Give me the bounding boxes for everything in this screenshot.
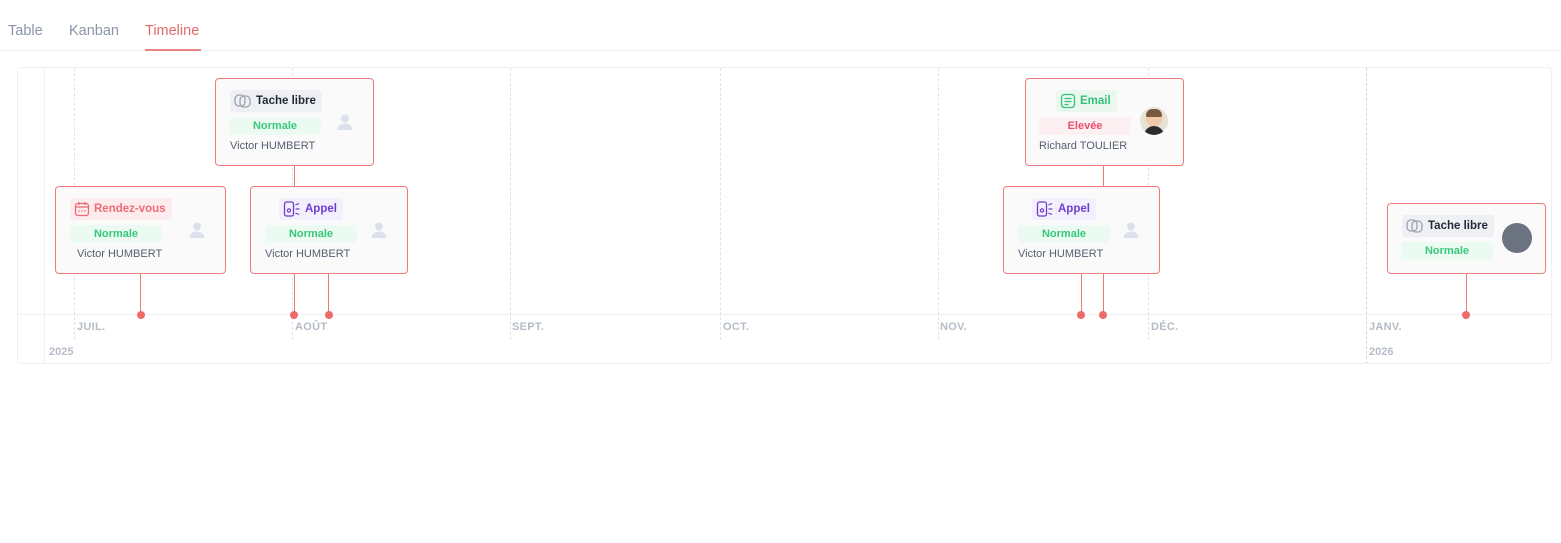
phone-icon	[1036, 201, 1053, 217]
priority-badge: Normale	[229, 117, 321, 135]
month-label: JANV.	[1369, 321, 1402, 333]
event-stem	[1081, 273, 1082, 315]
event-card[interactable]: Tache libre Normale Victor HUMBERT	[215, 78, 374, 166]
assignee-name: Victor HUMBERT	[230, 140, 316, 152]
user-placeholder-icon	[371, 222, 387, 238]
timeline-panel[interactable]: JUIL. AOÛT SEPT. OCT. NOV. DÉC. JANV. 20…	[17, 67, 1552, 364]
month-label: SEPT.	[512, 321, 545, 333]
event-type-chip: Email	[1056, 90, 1117, 112]
event-stem	[140, 273, 141, 315]
priority-badge: Normale	[1401, 242, 1493, 260]
event-type-label: Rendez-vous	[94, 203, 166, 215]
user-placeholder-icon	[189, 222, 205, 238]
view-tabs: Table Kanban Timeline	[0, 0, 1561, 51]
event-dot[interactable]	[290, 311, 298, 319]
priority-badge: Normale	[265, 225, 357, 243]
event-type-label: Appel	[1058, 203, 1090, 215]
tab-table[interactable]: Table	[8, 23, 43, 39]
priority-badge: Normale	[70, 225, 162, 243]
user-placeholder-icon	[1123, 222, 1139, 238]
priority-badge: Normale	[1018, 225, 1110, 243]
event-type-label: Email	[1080, 95, 1111, 107]
month-label: AOÛT	[295, 321, 328, 333]
gridline-oct	[720, 68, 721, 340]
event-dot[interactable]	[1077, 311, 1085, 319]
timeline-left-border	[44, 68, 45, 363]
event-card[interactable]: Tache libre Normale	[1387, 203, 1546, 274]
phone-icon	[283, 201, 300, 217]
timeline-axis	[18, 314, 1551, 315]
assignee-name: Victor HUMBERT	[265, 248, 351, 260]
event-type-chip: Appel	[279, 198, 343, 220]
month-label: JUIL.	[77, 321, 106, 333]
event-type-label: Tache libre	[1428, 220, 1488, 232]
month-label: NOV.	[940, 321, 968, 333]
event-type-chip: Tache libre	[230, 90, 322, 112]
event-type-chip: Rendez-vous	[70, 198, 172, 220]
gridline-janv	[1366, 68, 1367, 363]
event-dot[interactable]	[137, 311, 145, 319]
user-photo	[1140, 107, 1168, 135]
month-label: DÉC.	[1151, 321, 1179, 333]
assignee-name: Victor HUMBERT	[77, 248, 163, 260]
event-stem	[1466, 273, 1467, 315]
event-type-chip: Appel	[1032, 198, 1096, 220]
email-icon	[1060, 93, 1076, 109]
priority-badge: Elevée	[1039, 117, 1131, 135]
tache-icon	[1406, 219, 1423, 233]
event-card[interactable]: Appel Normale Victor HUMBERT	[1003, 186, 1160, 274]
month-label: OCT.	[723, 321, 750, 333]
active-tab-indicator	[145, 49, 201, 51]
event-type-label: Appel	[305, 203, 337, 215]
event-dot[interactable]	[325, 311, 333, 319]
year-label: 2026	[1369, 346, 1394, 358]
event-type-label: Tache libre	[256, 95, 316, 107]
event-card[interactable]: Email Elevée Richard TOULIER	[1025, 78, 1184, 166]
event-stem	[328, 273, 329, 315]
gridline-nov	[938, 68, 939, 340]
year-label: 2025	[49, 346, 74, 358]
event-card[interactable]: Rendez-vous Normale Victor HUMBERT	[55, 186, 226, 274]
event-dot[interactable]	[1099, 311, 1107, 319]
event-card[interactable]: Appel Normale Victor HUMBERT	[250, 186, 408, 274]
gridline-sept	[510, 68, 511, 340]
user-placeholder-icon	[337, 114, 353, 130]
tab-timeline[interactable]: Timeline	[145, 23, 199, 39]
calendar-icon	[74, 202, 90, 217]
assignee-name: Victor HUMBERT	[1018, 248, 1104, 260]
assignee-name: Richard TOULIER	[1039, 140, 1128, 152]
event-dot[interactable]	[1462, 311, 1470, 319]
tache-icon	[234, 94, 251, 108]
event-type-chip: Tache libre	[1402, 215, 1494, 237]
tab-kanban[interactable]: Kanban	[69, 23, 119, 39]
user-avatar-grey	[1502, 223, 1532, 253]
